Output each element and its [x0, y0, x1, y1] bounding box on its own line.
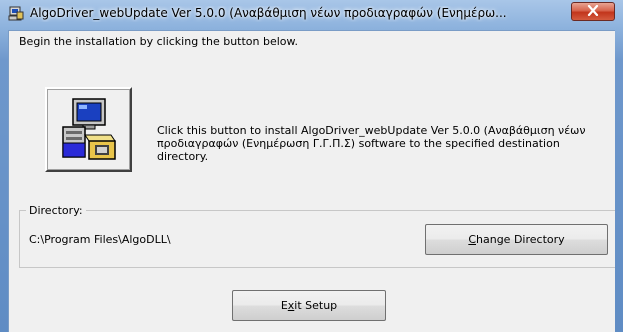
directory-label: Directory:	[26, 204, 86, 217]
intro-text: Begin the installation by clicking the b…	[19, 35, 299, 48]
exit-setup-label-pre: E	[280, 299, 288, 312]
change-directory-button[interactable]: Change Directory	[425, 224, 608, 255]
exit-setup-label: it Setup	[294, 299, 338, 312]
setup-app-icon	[8, 6, 24, 22]
window-title: AlgoDriver_webUpdate Ver 5.0.0 (Αναβάθμι…	[30, 6, 507, 20]
exit-setup-button[interactable]: Ex it Setup	[232, 290, 386, 321]
dialog-body	[8, 30, 615, 332]
change-directory-accel: C	[468, 233, 477, 246]
change-directory-label: hange Directory	[476, 233, 565, 246]
install-description: Click this button to install AlgoDriver_…	[157, 124, 586, 163]
title-bar[interactable]: AlgoDriver_webUpdate Ver 5.0.0 (Αναβάθμι…	[0, 0, 623, 28]
directory-path: C:\Program Files\AlgoDLL\	[29, 233, 171, 246]
close-button[interactable]	[571, 2, 615, 21]
close-icon	[587, 4, 599, 19]
install-button[interactable]	[45, 87, 132, 172]
